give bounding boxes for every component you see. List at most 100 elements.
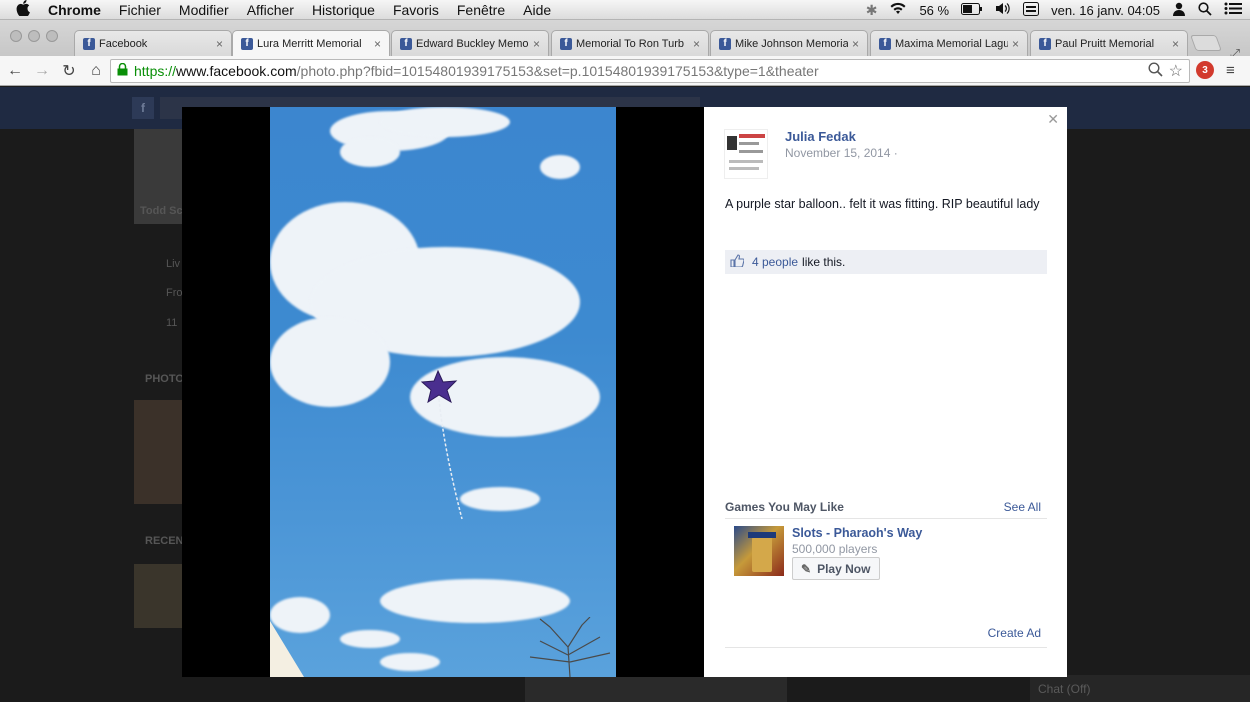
menu-favoris[interactable]: Favoris: [393, 2, 439, 18]
game-name-link[interactable]: Slots - Pharaoh's Way: [792, 526, 922, 540]
game-players-count: 500,000 players: [792, 542, 878, 556]
url-path: /photo.php?fbid=10154801939175153&set=p.…: [296, 63, 819, 79]
bg-info-2: Fro: [166, 287, 183, 299]
volume-icon[interactable]: [995, 2, 1011, 18]
user-icon[interactable]: [1172, 2, 1186, 19]
bg-photos-header: PHOTO: [145, 373, 184, 385]
menu-afficher[interactable]: Afficher: [247, 2, 294, 18]
url-scheme: https://: [134, 63, 177, 79]
zoom-magnifier-icon[interactable]: [1148, 62, 1163, 80]
likes-people-link[interactable]: 4 people: [752, 255, 798, 269]
menu-chrome[interactable]: Chrome: [48, 2, 101, 18]
close-icon[interactable]: ✕: [1047, 111, 1059, 128]
forward-arrow-icon[interactable]: →: [30, 62, 54, 80]
bare-tree-icon: [529, 617, 611, 677]
address-bar[interactable]: https://www.facebook.com/photo.php?fbid=…: [110, 59, 1190, 83]
keyboard-input-icon[interactable]: [1023, 1, 1040, 19]
menu-historique[interactable]: Historique: [312, 2, 375, 18]
new-tab-button[interactable]: [1190, 35, 1222, 51]
back-arrow-icon[interactable]: ←: [3, 62, 27, 80]
post-author-link[interactable]: Julia Fedak: [785, 129, 856, 144]
close-window-button[interactable]: [10, 30, 22, 42]
likes-text: like this.: [802, 255, 846, 269]
tab-title: Lura Merritt Memorial: [257, 37, 362, 50]
photo-theater: ✕ Julia Fedak November 15, 2014 · A purp…: [182, 107, 1067, 677]
tab-maxima-memorial[interactable]: f Maxima Memorial Lagu ×: [870, 30, 1028, 56]
tab-memorial-to-ron[interactable]: f Memorial To Ron Turb ×: [551, 30, 709, 56]
facebook-favicon-icon: f: [719, 37, 731, 50]
game-thumbnail[interactable]: [734, 526, 784, 576]
like-thumb-icon: [730, 254, 745, 270]
bg-photo-thumb: [134, 400, 182, 504]
photo-sidebar: ✕ Julia Fedak November 15, 2014 · A purp…: [704, 107, 1067, 677]
menu-aide[interactable]: Aide: [523, 2, 551, 18]
sidebar-divider: [725, 647, 1047, 648]
tab-lura-merritt-memorial[interactable]: f Lura Merritt Memorial ×: [232, 30, 390, 56]
tab-close-icon[interactable]: ×: [374, 37, 381, 51]
chat-status: Chat (Off): [1038, 681, 1091, 696]
menu-fichier[interactable]: Fichier: [119, 2, 161, 18]
secure-lock-icon[interactable]: [117, 62, 128, 79]
tab-title: Memorial To Ron Turb: [576, 37, 685, 50]
facebook-favicon-icon: f: [400, 37, 412, 50]
bg-info-1: Liv: [166, 258, 181, 270]
tab-close-icon[interactable]: ×: [693, 37, 700, 51]
chrome-menu-icon[interactable]: ≡: [1226, 62, 1235, 79]
url-host: www.facebook.com: [176, 63, 297, 79]
facebook-favicon-icon: f: [879, 37, 891, 50]
tab-paul-pruitt-memorial[interactable]: f Paul Pruitt Memorial ×: [1030, 30, 1188, 56]
photo-stage[interactable]: [182, 107, 704, 677]
facebook-favicon-icon: f: [241, 37, 253, 50]
battery-percent: 56 %: [919, 2, 950, 18]
facebook-favicon-icon: f: [1039, 37, 1051, 50]
facebook-favicon-icon: f: [560, 37, 572, 50]
tab-close-icon[interactable]: ×: [852, 37, 859, 51]
facebook-favicon-icon: f: [83, 37, 95, 50]
tab-edward-buckley-memorial[interactable]: f Edward Buckley Memo ×: [391, 30, 549, 56]
window-controls: [10, 30, 58, 42]
battery-icon[interactable]: [961, 2, 983, 18]
wifi-icon[interactable]: [889, 2, 907, 18]
macos-menu-bar: Chrome Fichier Modifier Afficher Histori…: [0, 0, 1250, 20]
bookmark-star-icon[interactable]: ☆: [1169, 61, 1183, 81]
tab-close-icon[interactable]: ×: [533, 37, 540, 51]
chat-bar-dimmed[interactable]: Chat (Off): [1030, 675, 1250, 702]
tab-mike-johnson-memorial[interactable]: f Mike Johnson Memoria ×: [710, 30, 868, 56]
browser-toolbar: ← → ↻ ⌂ https://www.facebook.com/photo.p…: [0, 56, 1250, 86]
minimize-window-button[interactable]: [28, 30, 40, 42]
bg-strip-dimmed: [525, 677, 787, 702]
tab-facebook[interactable]: f Facebook ×: [74, 30, 232, 56]
bg-recent-thumb: [134, 564, 182, 628]
reload-icon[interactable]: ↻: [57, 61, 81, 81]
likes-summary: 4 people like this.: [725, 250, 1047, 274]
avatar[interactable]: [724, 129, 768, 179]
games-header: Games You May Like See All: [725, 499, 1047, 519]
see-all-link[interactable]: See All: [1004, 500, 1041, 514]
apple-menu-icon[interactable]: [16, 0, 34, 20]
menu-modifier[interactable]: Modifier: [179, 2, 229, 18]
notification-center-icon[interactable]: [1224, 2, 1242, 18]
games-title: Games You May Like: [725, 500, 844, 514]
tab-close-icon[interactable]: ×: [1012, 37, 1019, 51]
play-now-button[interactable]: ✎ Play Now: [792, 557, 880, 580]
post-caption: A purple star balloon.. felt it was fitt…: [725, 197, 1040, 211]
menu-fenetre[interactable]: Fenêtre: [457, 2, 505, 18]
clock[interactable]: ven. 16 janv. 04:05: [1051, 3, 1160, 18]
tab-close-icon[interactable]: ×: [1172, 37, 1179, 51]
extension-badge-icon[interactable]: 3: [1196, 61, 1214, 79]
tab-title: Edward Buckley Memo: [416, 37, 529, 50]
zoom-window-button[interactable]: [46, 30, 58, 42]
home-icon[interactable]: ⌂: [84, 62, 108, 80]
create-ad-link[interactable]: Create Ad: [988, 626, 1041, 640]
bg-recent-header: RECEN: [145, 535, 184, 547]
bg-info-3: 11: [166, 317, 178, 329]
tab-title: Facebook: [99, 37, 148, 50]
bg-profile-name: Todd Sc: [140, 205, 183, 217]
spotlight-search-icon[interactable]: [1198, 1, 1212, 19]
balloon-photo[interactable]: [270, 107, 616, 677]
bluetooth-icon[interactable]: ✱: [866, 2, 878, 19]
post-date[interactable]: November 15, 2014 ·: [785, 146, 898, 160]
tab-strip: f Facebook × f Lura Merritt Memorial × f…: [0, 20, 1250, 61]
puzzle-piece-icon: ✎: [801, 561, 812, 576]
tab-close-icon[interactable]: ×: [216, 37, 223, 51]
